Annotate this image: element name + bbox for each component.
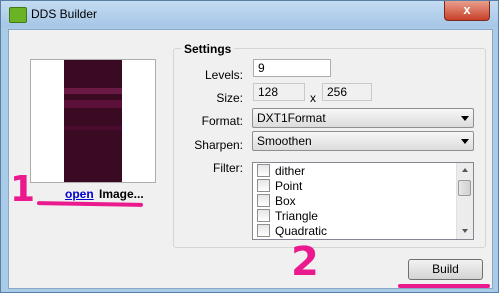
height-field: 256 — [322, 83, 372, 101]
checkbox[interactable] — [257, 179, 270, 192]
size-label: Size: — [216, 91, 243, 105]
chevron-down-icon — [461, 139, 469, 144]
size-separator: x — [310, 91, 316, 105]
width-field: 128 — [253, 83, 305, 101]
checkbox[interactable] — [257, 194, 270, 207]
format-dropdown[interactable]: DXT1Format — [252, 108, 474, 128]
annotation-number-1: 1 — [10, 169, 36, 210]
window-title: DDS Builder — [31, 7, 98, 21]
image-label: Image... — [99, 187, 144, 201]
open-image-link[interactable]: open — [65, 187, 94, 201]
sharpen-value: Smoothen — [257, 134, 312, 148]
filter-list[interactable]: dither Point Box Triangle Quadratic — [252, 162, 474, 240]
nvidia-app-icon — [9, 7, 27, 23]
annotation-underline-2 — [398, 284, 490, 288]
scroll-down-icon[interactable] — [457, 224, 473, 239]
format-value: DXT1Format — [257, 111, 326, 125]
checkbox[interactable] — [257, 209, 270, 222]
levels-label: Levels: — [204, 68, 243, 82]
format-label: Format: — [201, 114, 243, 128]
levels-input[interactable]: 9 — [253, 59, 331, 77]
checkbox[interactable] — [257, 164, 270, 177]
title-bar[interactable]: DDS Builder x — [1, 1, 498, 27]
checkbox[interactable] — [257, 224, 270, 237]
build-button[interactable]: Build — [408, 259, 483, 280]
filter-item-point[interactable]: Point — [257, 179, 302, 195]
sharpen-dropdown[interactable]: Smoothen — [252, 131, 474, 151]
texture-image — [64, 60, 122, 182]
dds-builder-window: DDS Builder x open Image... Settings Lev… — [0, 0, 499, 293]
filter-item-triangle[interactable]: Triangle — [257, 209, 318, 225]
filter-scrollbar[interactable] — [456, 163, 473, 239]
settings-group-title: Settings — [181, 42, 235, 56]
filter-item-box[interactable]: Box — [257, 194, 296, 210]
filter-item-quadratic[interactable]: Quadratic — [257, 224, 327, 239]
close-button[interactable]: x — [444, 1, 490, 21]
texture-preview — [30, 59, 156, 183]
filter-item-dither[interactable]: dither — [257, 164, 305, 180]
annotation-number-2: 2 — [291, 239, 319, 285]
chevron-down-icon — [461, 116, 469, 121]
filter-label: Filter: — [213, 161, 243, 175]
scroll-up-icon[interactable] — [457, 163, 473, 178]
dialog-client-area: open Image... Settings Levels: 9 Size: 1… — [8, 29, 493, 289]
scroll-thumb[interactable] — [458, 180, 471, 196]
sharpen-label: Sharpen: — [194, 138, 243, 152]
